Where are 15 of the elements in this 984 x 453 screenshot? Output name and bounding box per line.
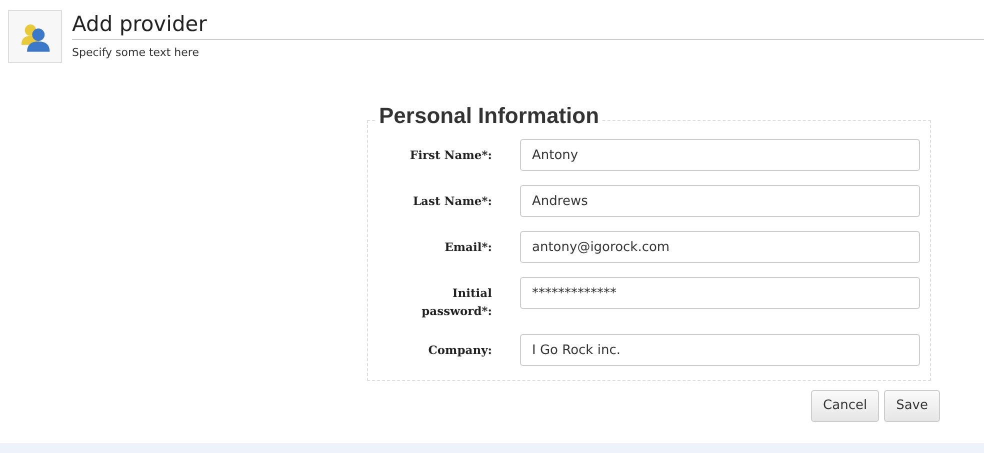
text-field[interactable]: Antony bbox=[520, 139, 920, 171]
save-button[interactable]: Save bbox=[884, 390, 940, 422]
page-title: Add provider bbox=[72, 11, 208, 38]
field-label: First Name*: bbox=[408, 147, 492, 164]
field-label: Company: bbox=[427, 342, 492, 359]
field-label: Email*: bbox=[444, 239, 492, 256]
users-icon bbox=[8, 10, 62, 63]
cancel-button[interactable]: Cancel bbox=[811, 390, 880, 422]
text-field[interactable]: antony@igorock.com bbox=[520, 231, 920, 263]
field-label: Last Name*: bbox=[412, 193, 492, 210]
field-label: Initial password*: bbox=[420, 285, 492, 320]
text-field[interactable]: Andrews bbox=[520, 185, 920, 217]
page-subtitle: Specify some text here bbox=[72, 45, 200, 61]
text-field[interactable]: ************* bbox=[520, 277, 920, 309]
text-field[interactable]: I Go Rock inc. bbox=[520, 334, 920, 366]
